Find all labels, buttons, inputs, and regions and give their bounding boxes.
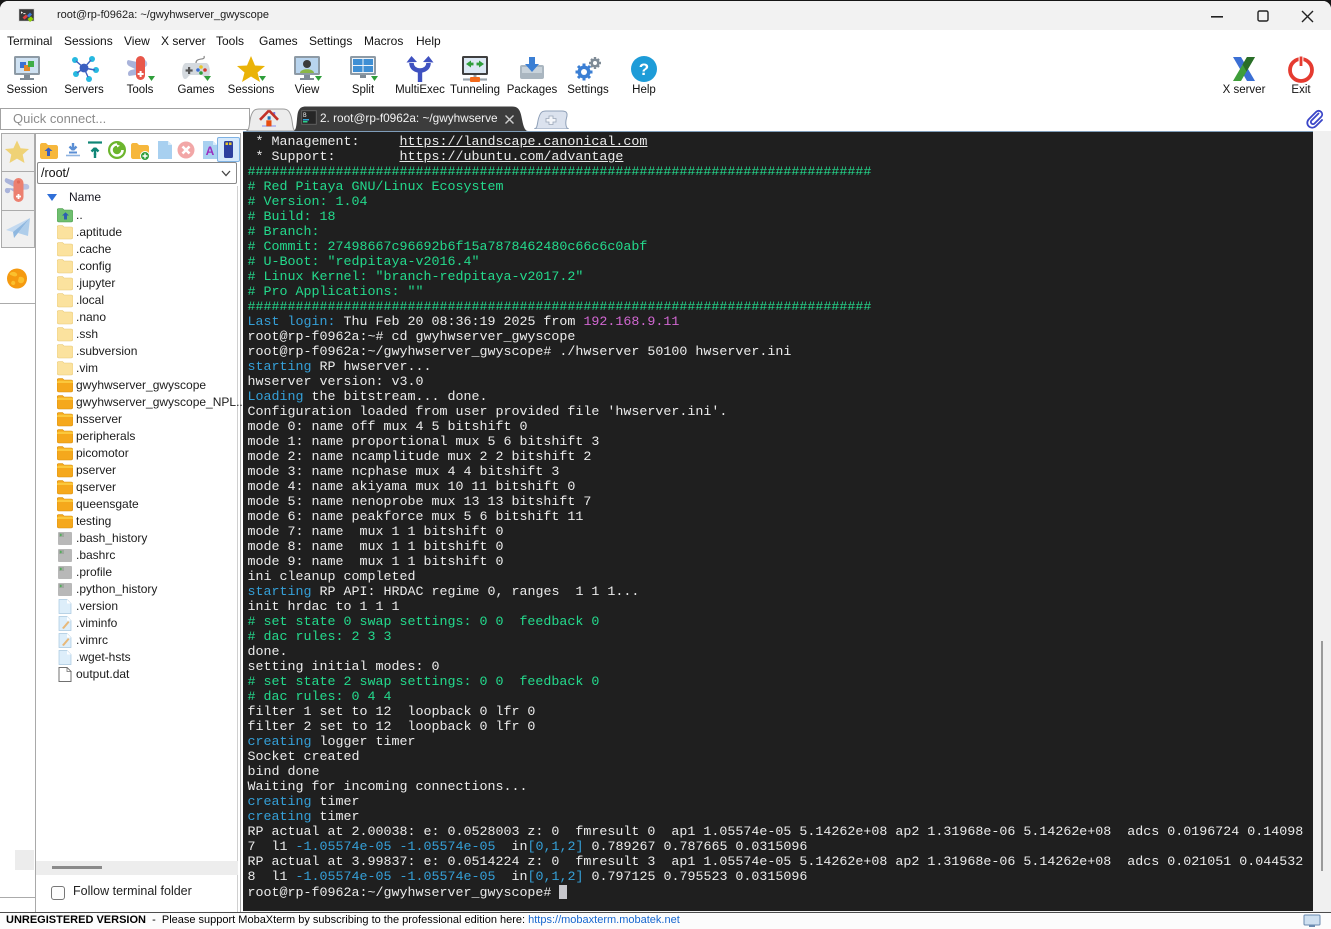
svg-text:?: ? (639, 60, 649, 79)
svg-text:B: B (303, 112, 307, 119)
